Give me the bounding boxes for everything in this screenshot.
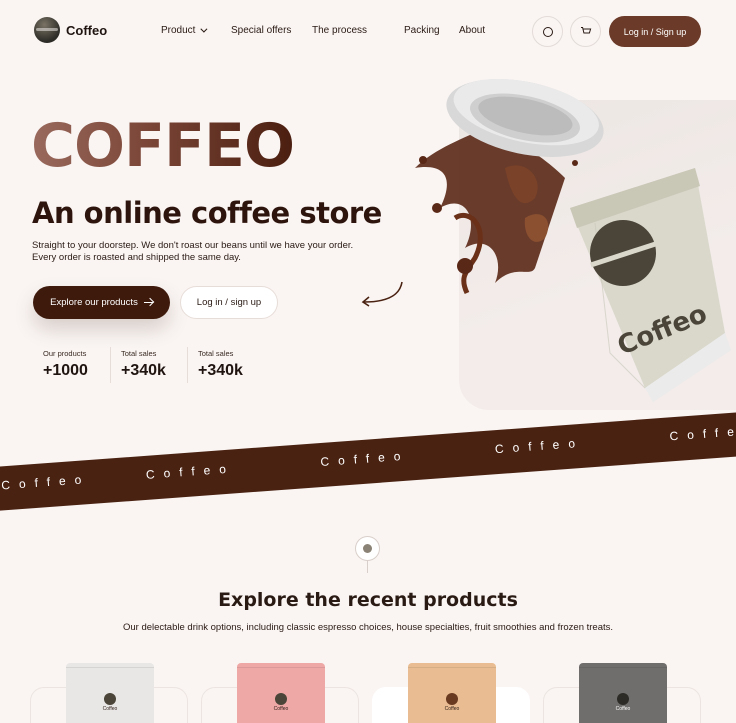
- cup-body: Coffeo: [570, 168, 731, 402]
- hero-login-button[interactable]: Log in / sign up: [180, 286, 278, 319]
- logo[interactable]: Coffeo: [34, 17, 107, 43]
- cart-icon: [580, 27, 591, 34]
- bag-logo-icon: [446, 693, 458, 705]
- bag-label: Coffeo: [102, 706, 118, 712]
- stat-label: Total sales: [121, 349, 157, 358]
- stat-value: +1000: [43, 362, 88, 379]
- product-bag-image: Coffeo: [408, 663, 496, 723]
- nav-item-label: Special offers: [231, 25, 292, 36]
- logo-bean-icon: [34, 17, 60, 43]
- login-signup-button[interactable]: Log in / Sign up: [609, 16, 701, 47]
- stat-sales-2: Total sales +340k: [187, 347, 264, 383]
- chevron-down-icon: [200, 25, 208, 33]
- products-section-title: Explore the recent products: [218, 589, 518, 611]
- nav-item-product[interactable]: Product: [161, 25, 231, 36]
- ribbon-text: Coffeo: [145, 461, 236, 482]
- stat-sales: Total sales +340k: [110, 347, 187, 383]
- stat-value: +340k: [121, 362, 166, 379]
- coffee-cup-illustration: Coffeo: [415, 78, 731, 402]
- explore-products-button[interactable]: Explore our products: [33, 286, 170, 319]
- site-header: Coffeo Product Special offers The proces…: [0, 0, 736, 64]
- bag-logo-icon: [617, 693, 629, 705]
- stat-products: Our products +1000: [33, 347, 110, 383]
- stat-value: +340k: [198, 362, 243, 379]
- products-section-description: Our delectable drink options, including …: [122, 622, 614, 633]
- ribbon-text: Coffeo: [669, 422, 736, 444]
- stat-label: Our products: [43, 349, 87, 358]
- nav-item-packing[interactable]: Packing: [404, 25, 459, 36]
- nav-item-the-process[interactable]: The process: [312, 25, 404, 36]
- bag-label: Coffeo: [444, 706, 460, 712]
- nav-item-special-offers[interactable]: Special offers: [231, 25, 312, 36]
- hero-title: COFFEO: [31, 111, 295, 181]
- stats-row: Our products +1000 Total sales +340k Tot…: [33, 347, 264, 383]
- ribbon-text: Coffeo: [319, 448, 410, 470]
- search-icon: [542, 26, 553, 37]
- ribbon-text: Coffeo: [0, 471, 91, 493]
- product-bag-image: Coffeo: [66, 663, 154, 723]
- section-marker-icon: [355, 536, 380, 561]
- nav-item-label: Packing: [404, 25, 440, 36]
- bag-logo-icon: [104, 693, 116, 705]
- section-marker-line: [367, 561, 368, 573]
- bag-logo-icon: [275, 693, 287, 705]
- product-bag-image: Coffeo: [237, 663, 325, 723]
- brand-ribbon: Coffeo Coffeo Coffeo Coffeo Coffeo: [0, 410, 736, 512]
- arrow-right-icon: [143, 302, 153, 303]
- nav-item-label: Product: [161, 25, 196, 36]
- nav-item-about[interactable]: About: [459, 25, 485, 36]
- hero-description: Straight to your doorstep. We don't roas…: [32, 240, 354, 263]
- explore-button-label: Explore our products: [50, 297, 138, 308]
- bag-label: Coffeo: [273, 706, 289, 712]
- bag-label: Coffeo: [615, 706, 631, 712]
- search-button[interactable]: [532, 16, 563, 47]
- nav-item-label: The process: [312, 25, 368, 36]
- hero-subtitle: An online coffee store: [32, 196, 382, 230]
- stat-label: Total sales: [198, 349, 234, 358]
- nav-item-label: About: [459, 25, 486, 36]
- logo-text: Coffeo: [66, 22, 108, 38]
- main-nav: Product Special offers The process Packi…: [161, 25, 485, 36]
- cart-button[interactable]: [570, 16, 601, 47]
- product-bag-image: Coffeo: [579, 663, 667, 723]
- ribbon-text: Coffeo: [494, 435, 585, 457]
